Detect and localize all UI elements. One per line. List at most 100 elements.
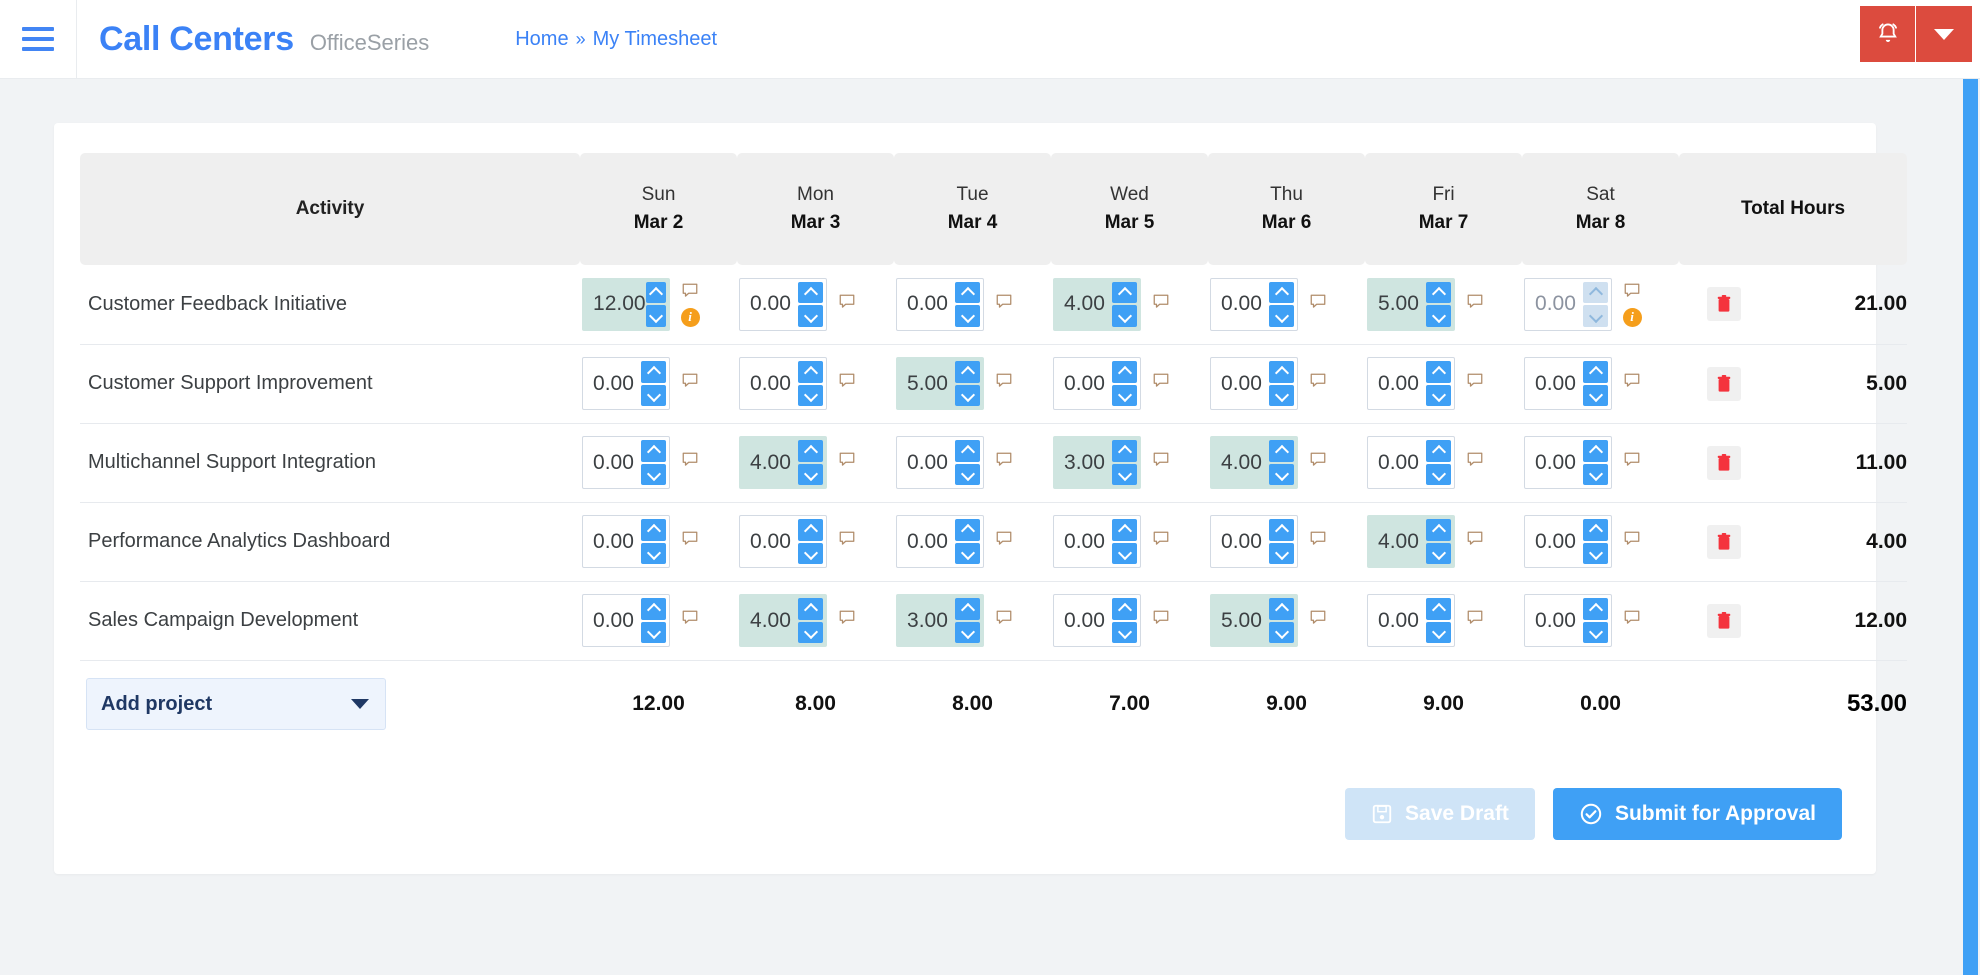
stepper-down-button[interactable] <box>1269 621 1295 643</box>
comment-icon[interactable] <box>681 372 699 390</box>
breadcrumb-home-link[interactable]: Home <box>515 28 568 51</box>
comment-button[interactable] <box>1309 609 1327 632</box>
stepper-up-button[interactable] <box>955 598 981 620</box>
stepper-up-button[interactable] <box>955 361 981 383</box>
stepper-up-button[interactable] <box>1112 519 1138 541</box>
stepper-up-button[interactable] <box>1269 361 1295 383</box>
info-badge-icon[interactable]: i <box>1622 307 1642 327</box>
hours-input-4-3[interactable]: 0.00 <box>1053 594 1142 647</box>
comment-icon[interactable] <box>1466 530 1484 548</box>
hours-input-2-4[interactable]: 4.00 <box>1210 436 1299 489</box>
comment-icon[interactable] <box>1309 609 1327 627</box>
comment-button[interactable] <box>838 609 856 632</box>
stepper-down-button[interactable] <box>1583 384 1609 406</box>
notifications-dropdown-button[interactable] <box>1916 6 1972 62</box>
hours-input-2-0[interactable]: 0.00 <box>582 436 671 489</box>
comment-button[interactable] <box>1466 609 1484 632</box>
comment-icon[interactable] <box>681 530 699 548</box>
delete-row-button[interactable] <box>1707 524 1742 559</box>
hours-input-4-1[interactable]: 4.00 <box>739 594 828 647</box>
comment-button[interactable] <box>1309 372 1327 395</box>
save-draft-button[interactable]: Save Draft <box>1345 788 1535 840</box>
comment-button[interactable] <box>1309 530 1327 553</box>
stepper-down-button[interactable] <box>1269 384 1295 406</box>
stepper-down-button[interactable] <box>955 621 981 643</box>
comment-button[interactable] <box>838 530 856 553</box>
comment-icon[interactable] <box>1309 372 1327 390</box>
stepper-down-button[interactable] <box>645 305 667 327</box>
stepper-down-button[interactable] <box>641 621 667 643</box>
hours-input-1-5[interactable]: 0.00 <box>1367 357 1456 410</box>
stepper-down-button[interactable] <box>1426 384 1452 406</box>
stepper-up-button[interactable] <box>1583 281 1609 304</box>
comment-icon[interactable] <box>1152 530 1170 548</box>
comment-icon[interactable] <box>995 609 1013 627</box>
delete-row-button[interactable] <box>1707 603 1742 638</box>
info-badge-icon[interactable]: i <box>680 307 700 327</box>
comment-icon[interactable] <box>681 282 699 300</box>
stepper-up-button[interactable] <box>1269 598 1295 620</box>
comment-button[interactable] <box>995 451 1013 474</box>
stepper-down-button[interactable] <box>1426 621 1452 643</box>
stepper-up-button[interactable] <box>645 281 667 304</box>
alarm-button[interactable] <box>1860 6 1916 62</box>
scrollbar-thumb[interactable] <box>1963 79 1978 975</box>
stepper-up-button[interactable] <box>641 361 667 383</box>
stepper-up-button[interactable] <box>1426 440 1452 462</box>
hours-input-4-4[interactable]: 5.00 <box>1210 594 1299 647</box>
comment-icon[interactable] <box>838 451 856 469</box>
hours-input-1-3[interactable]: 0.00 <box>1053 357 1142 410</box>
comment-icon[interactable] <box>838 372 856 390</box>
comment-button[interactable] <box>1152 293 1170 316</box>
stepper-up-button[interactable] <box>1269 440 1295 462</box>
comment-icon[interactable] <box>995 293 1013 311</box>
comment-button[interactable] <box>838 451 856 474</box>
page-scrollbar[interactable] <box>1960 79 1980 975</box>
comment-button[interactable] <box>681 282 699 305</box>
stepper-down-button[interactable] <box>955 384 981 406</box>
hours-input-2-5[interactable]: 0.00 <box>1367 436 1456 489</box>
stepper-up-button[interactable] <box>798 361 824 383</box>
comment-icon[interactable] <box>838 530 856 548</box>
comment-button[interactable] <box>1466 372 1484 395</box>
hours-input-2-1[interactable]: 4.00 <box>739 436 828 489</box>
hours-input-3-3[interactable]: 0.00 <box>1053 515 1142 568</box>
hours-input-0-2[interactable]: 0.00 <box>896 277 985 331</box>
comment-button[interactable] <box>1309 451 1327 474</box>
stepper-up-button[interactable] <box>1112 361 1138 383</box>
hours-input-3-0[interactable]: 0.00 <box>582 515 671 568</box>
stepper-down-button[interactable] <box>641 384 667 406</box>
stepper-up-button[interactable] <box>1583 598 1609 620</box>
comment-icon[interactable] <box>1152 372 1170 390</box>
stepper-up-button[interactable] <box>955 440 981 462</box>
hours-input-3-2[interactable]: 0.00 <box>896 515 985 568</box>
comment-icon[interactable] <box>1623 530 1641 548</box>
stepper-down-button[interactable] <box>1583 463 1609 485</box>
stepper-down-button[interactable] <box>1426 542 1452 564</box>
delete-row-button[interactable] <box>1707 445 1742 480</box>
stepper-down-button[interactable] <box>798 463 824 485</box>
stepper-up-button[interactable] <box>798 519 824 541</box>
stepper-up-button[interactable] <box>955 281 981 304</box>
comment-icon[interactable] <box>1466 293 1484 311</box>
comment-button[interactable] <box>1623 609 1641 632</box>
comment-icon[interactable] <box>995 372 1013 390</box>
comment-icon[interactable] <box>1466 609 1484 627</box>
hours-input-2-3[interactable]: 3.00 <box>1053 436 1142 489</box>
hours-input-2-6[interactable]: 0.00 <box>1524 436 1613 489</box>
comment-button[interactable] <box>1152 530 1170 553</box>
stepper-up-button[interactable] <box>1426 281 1452 304</box>
hours-input-4-6[interactable]: 0.00 <box>1524 594 1613 647</box>
hours-input-0-1[interactable]: 0.00 <box>739 277 828 331</box>
comment-icon[interactable] <box>681 609 699 627</box>
hours-input-3-1[interactable]: 0.00 <box>739 515 828 568</box>
comment-icon[interactable] <box>1309 293 1327 311</box>
stepper-down-button[interactable] <box>955 542 981 564</box>
stepper-up-button[interactable] <box>1112 281 1138 304</box>
comment-icon[interactable] <box>1466 451 1484 469</box>
stepper-up-button[interactable] <box>1583 519 1609 541</box>
hours-input-1-1[interactable]: 0.00 <box>739 357 828 410</box>
comment-icon[interactable] <box>1623 372 1641 390</box>
comment-button[interactable] <box>995 372 1013 395</box>
comment-icon[interactable] <box>995 451 1013 469</box>
